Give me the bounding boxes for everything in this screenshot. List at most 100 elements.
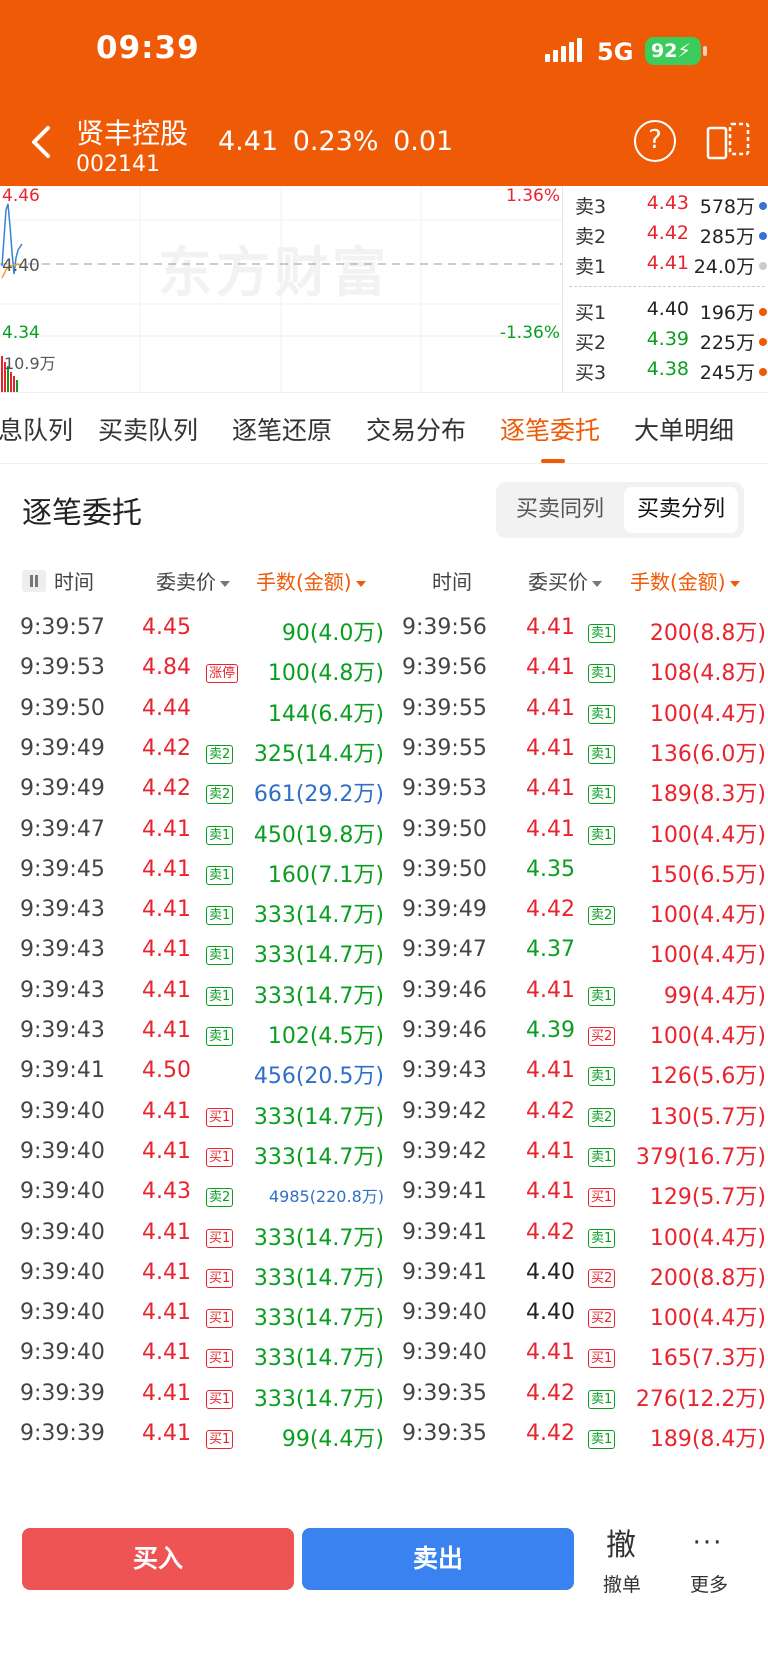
bottom-action-bar: 买入 卖出 撤 撤单 ··· 更多 xyxy=(0,1506,768,1665)
ask-price: 4.43 xyxy=(646,192,689,214)
sell-price: 4.41 xyxy=(142,897,191,923)
level-tag: 涨停 xyxy=(206,664,239,684)
level-tag: 买2 xyxy=(588,1027,616,1046)
sell-time: 9:39:49 xyxy=(20,735,105,761)
bid-price: 4.38 xyxy=(646,358,689,380)
level-tag: 卖2 xyxy=(588,906,616,926)
col-header-sell-qty[interactable]: 手数(金额) xyxy=(256,566,366,595)
layout-toggle: 买卖同列 买卖分列 xyxy=(496,482,744,538)
more-label[interactable]: 更多 xyxy=(684,1570,734,1597)
split-column-button[interactable]: 买卖分列 xyxy=(624,487,738,533)
sell-time: 9:39:43 xyxy=(20,897,105,923)
tab-trade-distribution[interactable]: 交易分布 xyxy=(366,411,466,447)
buy-tag: 卖1 xyxy=(588,739,616,764)
col-header-sell-price[interactable]: 委卖价 xyxy=(156,566,230,595)
bid-volume: 245万 xyxy=(699,362,755,384)
cancel-order-label[interactable]: 撤单 xyxy=(594,1570,650,1597)
buy-price: 4.42 xyxy=(526,1219,575,1245)
order-row: 9:39:43 4.41 卖1 333(14.7万) 9:39:49 4.42 卖2 100(… xyxy=(0,890,768,933)
col-header-buy-qty[interactable]: 手数(金额) xyxy=(630,566,740,595)
sell-qty: 333(14.7万) xyxy=(253,903,384,929)
level-tag: 卖1 xyxy=(588,624,616,643)
cancel-order-icon[interactable]: 撤 xyxy=(598,1520,644,1564)
change-percent: 0.23% xyxy=(292,126,379,157)
sell-price: 4.41 xyxy=(142,816,191,842)
sell-price: 4.84 xyxy=(142,655,191,681)
level-tag: 买2 xyxy=(588,1309,616,1329)
buy-time: 9:39:50 xyxy=(402,816,487,842)
order-row: 9:39:39 4.41 买1 99(4.4万) 9:39:35 4.42 卖1 189(8.… xyxy=(0,1414,768,1457)
sell-price: 4.42 xyxy=(142,776,191,802)
ask-row: 卖3 4.43 578万 xyxy=(569,190,767,220)
tab-order-by-order[interactable]: 逐笔委托 xyxy=(500,411,600,447)
tab-bar: 息队列 买卖队列 逐笔还原 交易分布 逐笔委托 大单明细 xyxy=(0,392,768,464)
switch-stock-icon[interactable] xyxy=(706,120,750,164)
sell-time: 9:39:41 xyxy=(20,1058,105,1084)
buy-tag: 卖1 xyxy=(588,699,616,724)
chart-pct-low: -1.36% xyxy=(499,323,560,343)
buy-tag: 卖1 xyxy=(588,779,616,805)
buy-time: 9:39:40 xyxy=(402,1300,487,1326)
level-tag: 买1 xyxy=(206,1228,234,1248)
buy-tag: 卖1 xyxy=(588,820,616,845)
stock-code: 002141 xyxy=(76,152,160,177)
more-icon[interactable]: ··· xyxy=(688,1528,728,1558)
volume-bar xyxy=(1,356,3,392)
buy-price: 4.41 xyxy=(526,695,575,721)
sell-price: 4.43 xyxy=(142,1179,191,1205)
bid-dot-icon xyxy=(759,368,767,376)
buy-qty: 189(8.3万) xyxy=(649,782,766,808)
buy-tag: 卖1 xyxy=(588,1223,616,1248)
buy-time: 9:39:56 xyxy=(402,615,487,640)
sell-button[interactable]: 卖出 xyxy=(302,1528,574,1590)
tab-queue[interactable]: 息队列 xyxy=(0,411,73,447)
level-tag: 卖1 xyxy=(588,1430,616,1449)
buy-tag: 买2 xyxy=(588,1303,616,1329)
order-row: 9:39:40 4.43 卖2 4985(220.8万) 9:39:41 4.41 买1 12… xyxy=(0,1172,768,1215)
buy-time: 9:39:41 xyxy=(402,1259,487,1285)
sell-price: 4.50 xyxy=(142,1058,191,1084)
sell-price: 4.41 xyxy=(142,1098,191,1124)
buy-qty: 130(5.7万) xyxy=(649,1104,766,1130)
buy-time: 9:39:46 xyxy=(402,977,487,1003)
ask-row: 卖2 4.42 285万 xyxy=(569,220,767,250)
order-row: 9:39:57 4.45 90(4.0万) 9:39:56 4.41 卖1 200(8.8万… xyxy=(0,608,768,651)
sell-qty: 333(14.7万) xyxy=(253,1386,384,1412)
ask-volume: 24.0万 xyxy=(693,256,755,278)
battery-icon: 92⚡ xyxy=(645,37,701,65)
col-header-sell-price-label: 委卖价 xyxy=(156,570,216,594)
level-tag: 卖2 xyxy=(206,1188,234,1208)
back-arrow-icon[interactable] xyxy=(24,122,58,162)
level-tag: 买1 xyxy=(206,1147,234,1167)
same-column-button[interactable]: 买卖同列 xyxy=(502,487,618,533)
sell-tag: 卖1 xyxy=(206,860,234,885)
sell-qty: 333(14.7万) xyxy=(253,1346,384,1372)
ask-volume: 285万 xyxy=(699,226,755,248)
level-tag: 卖1 xyxy=(588,1067,616,1087)
bid-row: 买1 4.40 196万 xyxy=(569,296,767,326)
help-icon[interactable]: ? xyxy=(634,120,676,162)
buy-qty: 100(4.4万) xyxy=(649,943,766,969)
tab-bid-ask-queue[interactable]: 买卖队列 xyxy=(98,411,198,447)
pause-icon[interactable] xyxy=(22,570,46,592)
sell-price: 4.41 xyxy=(142,977,191,1003)
sell-price: 4.41 xyxy=(142,1219,191,1245)
order-book[interactable]: 卖3 4.43 578万 卖2 4.42 285万 卖1 4.41 24.0万 … xyxy=(562,186,768,392)
tab-large-order-detail[interactable]: 大单明细 xyxy=(634,411,734,447)
status-bar: 09:39 5G 92⚡ xyxy=(0,0,768,108)
buy-button[interactable]: 买入 xyxy=(22,1528,294,1590)
level-tag: 卖2 xyxy=(206,785,234,805)
level-tag: 卖2 xyxy=(588,1107,616,1127)
col-header-buy-price-label: 委买价 xyxy=(528,570,588,594)
chart-price-prev-close: 4.40 xyxy=(2,256,40,276)
sell-time: 9:39:39 xyxy=(20,1421,105,1446)
stock-name[interactable]: 贤丰控股 xyxy=(76,112,188,152)
buy-qty: 100(4.4万) xyxy=(649,822,766,848)
buy-price: 4.41 xyxy=(526,615,575,640)
col-header-buy-price[interactable]: 委买价 xyxy=(528,566,602,595)
buy-time: 9:39:35 xyxy=(402,1421,487,1446)
tab-trade-restore[interactable]: 逐笔还原 xyxy=(232,411,332,447)
intraday-chart[interactable]: 东方财富 4.46 4.40 4.34 10.9万 1.36% -1.36% xyxy=(0,186,562,392)
chart-pct-high: 1.36% xyxy=(505,186,560,206)
buy-tag: 买1 xyxy=(588,1343,616,1369)
